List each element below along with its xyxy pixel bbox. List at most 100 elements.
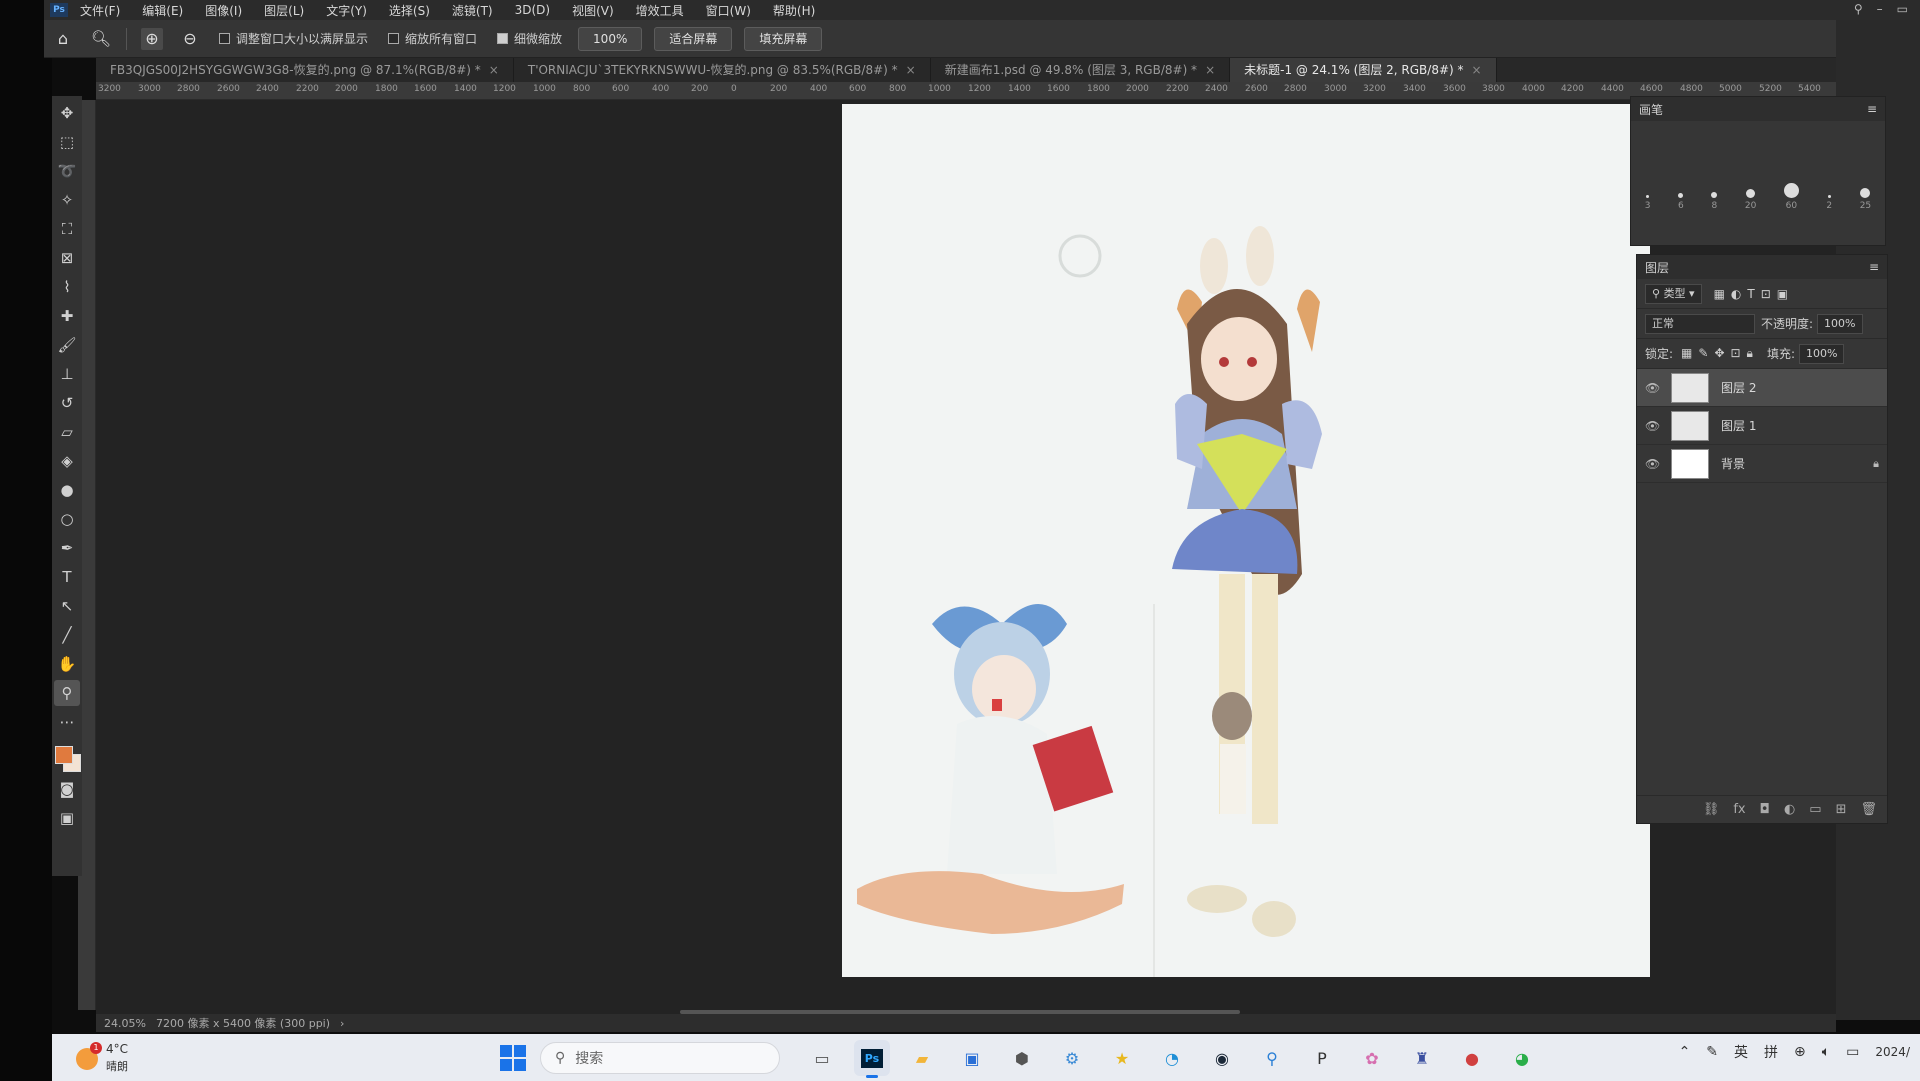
wechat-icon[interactable]: ◕ <box>1504 1040 1540 1076</box>
close-icon[interactable]: × <box>1472 63 1482 77</box>
brush-preset[interactable]: 25 <box>1860 188 1871 211</box>
checkbox-box[interactable] <box>219 33 230 44</box>
eye-icon[interactable]: 👁︎ <box>1645 457 1663 471</box>
color-swatches[interactable] <box>53 744 81 776</box>
fx-icon[interactable]: fx <box>1733 802 1745 817</box>
trash-icon[interactable]: 🗑︎ <box>1860 802 1877 817</box>
quick-mask-icon[interactable]: ◙ <box>54 776 80 802</box>
zoom-in-icon[interactable]: ⊕ <box>141 27 163 50</box>
link-layers-icon[interactable]: ⛓ <box>1703 802 1720 817</box>
menu-item-file[interactable]: 文件(F) <box>80 2 120 19</box>
filter-type-icons[interactable]: ▦◐T⊡▣ <box>1714 287 1795 301</box>
paint-bucket-tool-icon[interactable]: ◈ <box>54 448 80 474</box>
file-explorer-icon[interactable]: ▰ <box>904 1040 940 1076</box>
brush-preset[interactable]: 8 <box>1711 192 1718 211</box>
menu-item-type[interactable]: 文字(Y) <box>326 2 367 19</box>
menu-item-layer[interactable]: 图层(L) <box>264 2 304 19</box>
fill-screen-button[interactable]: 填充屏幕 <box>744 26 823 51</box>
hand-tool-icon[interactable]: ✋ <box>54 651 80 677</box>
steam-icon[interactable]: ◉ <box>1204 1040 1240 1076</box>
brush-preset[interactable]: 3 <box>1645 195 1651 211</box>
add-mask-icon[interactable]: ◘ <box>1760 802 1770 817</box>
pen-tool-icon[interactable]: ✒ <box>54 535 80 561</box>
document-tab[interactable]: FB3QJGS00J2HSYGGWGW3G8-恢复的.png @ 87.1%(R… <box>96 58 514 82</box>
panel-menu-icon[interactable]: ≡ <box>1867 102 1877 116</box>
blend-mode-select[interactable]: 正常 <box>1645 313 1755 334</box>
layer-row[interactable]: 👁︎ 图层 2 <box>1637 369 1887 407</box>
app-p-icon[interactable]: P <box>1304 1040 1340 1076</box>
foreground-color-swatch[interactable] <box>55 746 73 764</box>
zoom-out-icon[interactable]: ⊖ <box>179 28 201 50</box>
layer-filter-select[interactable]: ⚲ 类型 ▾ <box>1645 283 1702 304</box>
brush-preset[interactable]: 20 <box>1745 189 1756 211</box>
zoom-100-button[interactable]: 100% <box>578 26 643 51</box>
checkbox-box[interactable] <box>497 33 509 44</box>
document-canvas[interactable] <box>842 104 1650 977</box>
brush-preset[interactable]: 2 <box>1826 195 1832 211</box>
panel-menu-icon[interactable]: ≡ <box>1869 260 1879 274</box>
windows-start-icon[interactable] <box>500 1045 526 1071</box>
menu-item-window[interactable]: 窗口(W) <box>706 2 751 19</box>
clone-stamp-tool-icon[interactable]: ⊥ <box>54 361 80 387</box>
fit-screen-button[interactable]: 适合屏幕 <box>654 26 733 51</box>
photoshop-app-icon[interactable]: Ps <box>854 1040 890 1078</box>
horizontal-ruler[interactable]: 3200 3000 2800 2600 2400 2200 2000 1800 1600 1400… <box>96 82 1836 100</box>
lasso-tool-icon[interactable]: ➰ <box>54 158 80 184</box>
more-tools-icon[interactable]: ⋯ <box>54 709 80 735</box>
marquee-tool-icon[interactable]: ⬚ <box>54 129 80 155</box>
app-cube-icon[interactable]: ⬢ <box>1004 1040 1040 1076</box>
home-icon[interactable]: ⌂ <box>52 28 74 50</box>
blur-tool-icon[interactable]: ● <box>54 477 80 503</box>
menu-item-plugins[interactable]: 增效工具 <box>636 2 684 19</box>
settings-app-icon[interactable]: ⚙ <box>1054 1040 1090 1076</box>
game-app-icon[interactable]: ♜ <box>1404 1040 1440 1076</box>
new-layer-icon[interactable]: ⊞ <box>1836 802 1847 817</box>
menu-item-edit[interactable]: 编辑(E) <box>142 2 183 19</box>
magic-wand-tool-icon[interactable]: ✧ <box>54 187 80 213</box>
chevron-up-icon[interactable]: ⌃ <box>1679 1044 1691 1060</box>
pen-icon[interactable]: ✎ <box>1706 1044 1718 1060</box>
scrubby-zoom-checkbox[interactable]: 细微缩放 <box>497 30 562 47</box>
menu-item-3d[interactable]: 3D(D) <box>515 3 550 17</box>
search-app-icon[interactable]: ⚲ <box>1254 1040 1290 1076</box>
document-tab[interactable]: T'ORNIACJU`3TEKYRKNSWWU-恢复的.png @ 83.5%(… <box>514 58 931 82</box>
fill-field[interactable]: 100% <box>1798 343 1845 364</box>
zoom-all-windows-checkbox[interactable]: 缩放所有窗口 <box>388 30 477 47</box>
clock[interactable]: 2024/ <box>1875 1045 1910 1059</box>
menu-item-select[interactable]: 选择(S) <box>389 2 430 19</box>
brush-tool-icon[interactable]: 🖌︎ <box>54 332 80 358</box>
resize-windows-checkbox[interactable]: 调整窗口大小以满屏显示 <box>219 30 368 47</box>
app-star-icon[interactable]: ★ <box>1104 1040 1140 1076</box>
type-tool-icon[interactable]: T <box>54 564 80 590</box>
eye-icon[interactable]: 👁︎ <box>1645 381 1663 395</box>
frame-tool-icon[interactable]: ⊠ <box>54 245 80 271</box>
weather-widget[interactable]: 1 4°C 晴朗 <box>76 1040 176 1076</box>
line-tool-icon[interactable]: ╱ <box>54 622 80 648</box>
minimize-icon[interactable]: – <box>1877 2 1883 16</box>
new-group-icon[interactable]: ▭ <box>1809 802 1821 817</box>
volume-icon[interactable]: 🔈︎ <box>1822 1044 1830 1060</box>
task-view-icon[interactable]: ▭ <box>804 1040 840 1076</box>
document-tab[interactable]: 新建画布1.psd @ 49.8% (图层 3, RGB/8#) * × <box>931 58 1231 82</box>
document-tab-active[interactable]: 未标题-1 @ 24.1% (图层 2, RGB/8#) * × <box>1230 58 1497 82</box>
maximize-icon[interactable]: ▭ <box>1897 2 1908 16</box>
battery-icon[interactable]: ▭ <box>1846 1044 1859 1060</box>
close-icon[interactable]: × <box>1205 63 1215 77</box>
zoom-tool-icon[interactable]: 🔍︎ <box>90 28 112 50</box>
close-icon[interactable]: × <box>906 63 916 77</box>
network-icon[interactable]: ⊕ <box>1794 1044 1806 1060</box>
lock-options-icons[interactable]: ▦✎✥⊡🔒︎ <box>1681 346 1759 361</box>
chevron-right-icon[interactable]: › <box>340 1017 344 1030</box>
path-selection-tool-icon[interactable]: ↖ <box>54 593 80 619</box>
edge-browser-icon[interactable]: ◔ <box>1154 1040 1190 1076</box>
dodge-tool-icon[interactable]: ○ <box>54 506 80 532</box>
eye-icon[interactable]: 👁︎ <box>1645 419 1663 433</box>
menu-item-filter[interactable]: 滤镜(T) <box>452 2 493 19</box>
crop-tool-icon[interactable]: ⛶ <box>54 216 80 242</box>
move-tool-icon[interactable]: ✥ <box>54 100 80 126</box>
brush-preset[interactable]: 60 <box>1783 183 1799 211</box>
screen-mode-icon[interactable]: ▣ <box>54 805 80 831</box>
search-icon[interactable]: ⚲ <box>1854 2 1863 16</box>
zoom-tool-icon[interactable]: ⚲ <box>54 680 80 706</box>
eraser-tool-icon[interactable]: ▱ <box>54 419 80 445</box>
